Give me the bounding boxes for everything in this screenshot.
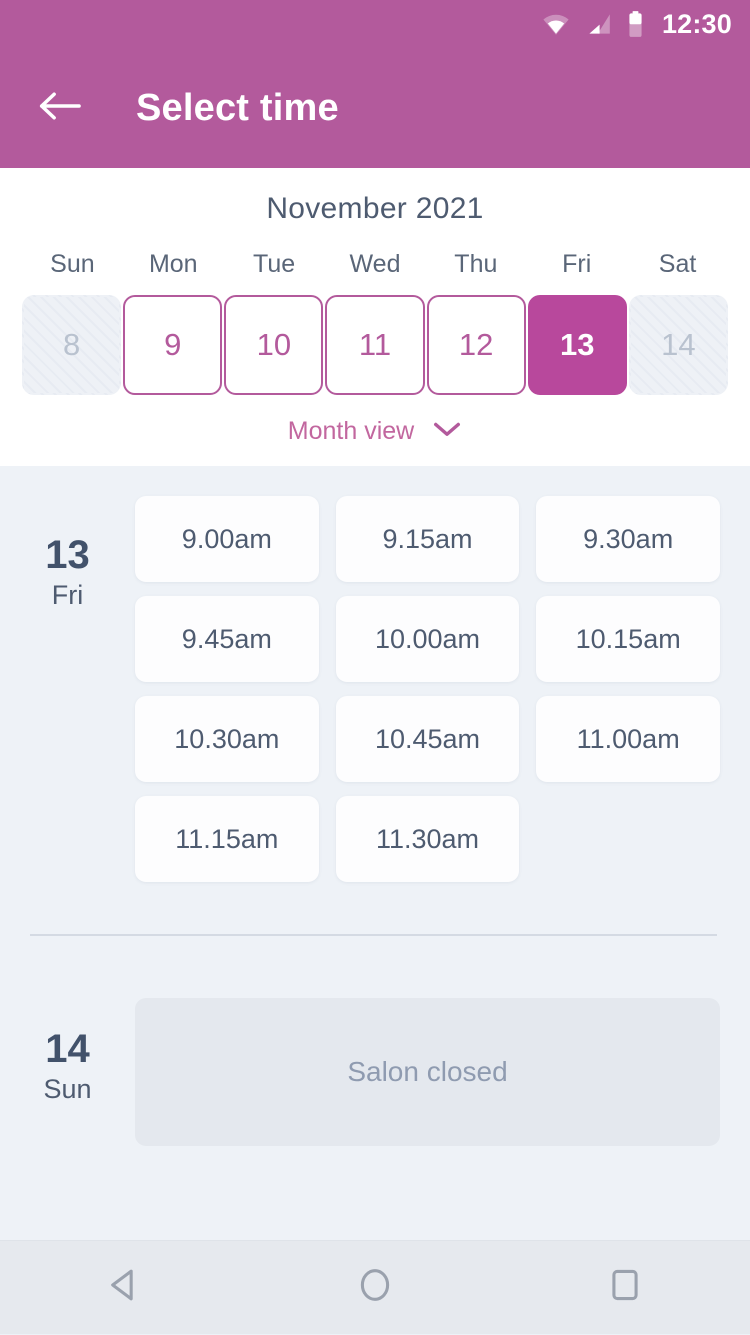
time-slot[interactable]: 9.00am	[135, 496, 319, 582]
weekday-label: Mon	[148, 250, 198, 278]
time-slot[interactable]: 10.00am	[335, 596, 520, 682]
day-group-13: 13 Fri 9.00am 9.15am 9.30am 9.45am 10.00…	[0, 496, 750, 882]
time-slot[interactable]: 11.30am	[335, 796, 520, 882]
status-bar: 12:30	[0, 0, 750, 48]
back-button[interactable]	[32, 80, 88, 136]
day-group-number: 14	[45, 1027, 90, 1071]
android-back-button[interactable]	[70, 1241, 180, 1335]
time-slot[interactable]: 10.45am	[335, 696, 520, 782]
calendar-day-13[interactable]: 13	[527, 295, 627, 395]
android-recents-icon	[605, 1265, 645, 1310]
android-back-icon	[105, 1265, 145, 1310]
time-slot[interactable]: 10.15am	[536, 596, 720, 682]
chevron-down-icon	[432, 420, 462, 443]
weekday-label: Sat	[658, 250, 697, 278]
android-home-button[interactable]	[320, 1241, 430, 1335]
signal-icon	[585, 12, 613, 36]
time-slots-section: 13 Fri 9.00am 9.15am 9.30am 9.45am 10.00…	[0, 466, 750, 1146]
day-group-weekday: Fri	[51, 580, 84, 610]
calendar-weekday-row: Sun Mon Tue Wed Thu Fri Sat	[0, 250, 750, 295]
calendar-month-title: November 2021	[266, 192, 484, 225]
time-slot[interactable]: 9.30am	[536, 496, 720, 582]
page-title: Select time	[136, 86, 339, 129]
time-slot[interactable]: 11.15am	[135, 796, 319, 882]
android-nav-bar	[0, 1240, 750, 1334]
weekday-label: Wed	[349, 250, 401, 278]
weekday-label: Tue	[253, 250, 296, 278]
weekday-label: Thu	[454, 250, 498, 278]
time-slot-grid: 9.00am 9.15am 9.30am 9.45am 10.00am 10.1…	[135, 496, 720, 882]
day-group-number: 13	[45, 533, 90, 577]
time-slot[interactable]: 9.15am	[335, 496, 520, 582]
day-group-label: 14 Sun	[0, 998, 135, 1146]
time-slot[interactable]: 11.00am	[536, 696, 720, 782]
weekday-label: Fri	[562, 250, 592, 278]
day-group-weekday: Sun	[43, 1074, 92, 1104]
day-group-label: 13 Fri	[0, 496, 135, 882]
calendar-day-row: 8 9 10 11 12 13 14	[0, 295, 750, 395]
calendar-day-10[interactable]: 10	[224, 295, 324, 395]
calendar-day-12[interactable]: 12	[426, 295, 526, 395]
calendar-day-14: 14	[628, 295, 728, 395]
day-group-divider	[30, 934, 717, 936]
wifi-icon	[541, 12, 571, 36]
calendar-section: November 2021 Sun Mon Tue Wed Thu Fri Sa…	[0, 168, 750, 466]
battery-icon	[627, 10, 644, 38]
calendar-day-11[interactable]: 11	[325, 295, 425, 395]
app-bar: Select time	[0, 48, 750, 168]
salon-closed-card: Salon closed	[135, 998, 720, 1146]
day-group-14: 14 Sun Salon closed	[0, 998, 750, 1146]
month-view-toggle[interactable]: Month view	[0, 417, 750, 446]
calendar-day-8: 8	[22, 295, 122, 395]
arrow-left-icon	[38, 89, 82, 128]
status-bar-clock: 12:30	[661, 8, 732, 39]
month-view-label: Month view	[287, 417, 415, 445]
time-slot[interactable]: 10.30am	[135, 696, 319, 782]
android-recents-button[interactable]	[570, 1241, 680, 1335]
android-home-icon	[355, 1265, 395, 1310]
weekday-label: Sun	[50, 250, 95, 278]
calendar-day-9[interactable]: 9	[123, 295, 223, 395]
time-slot[interactable]: 9.45am	[135, 596, 319, 682]
